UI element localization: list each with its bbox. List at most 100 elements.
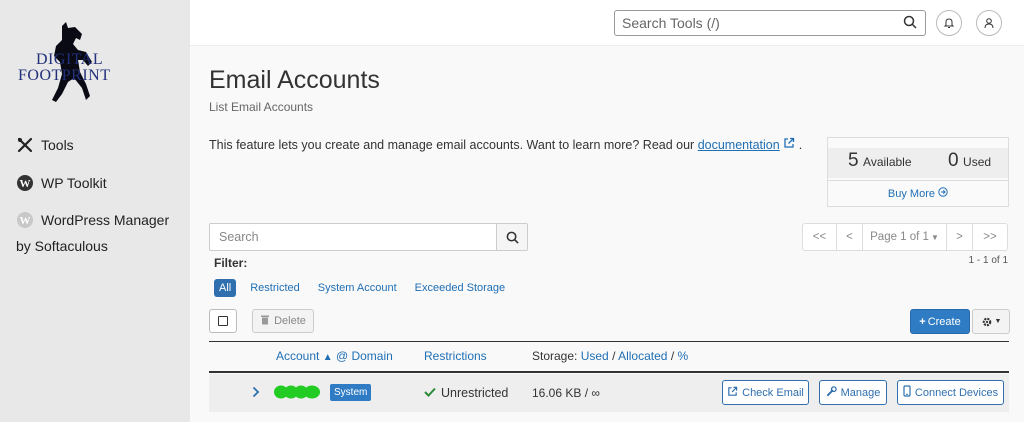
user-icon bbox=[984, 18, 994, 29]
external-link-icon[interactable] bbox=[783, 137, 795, 149]
expand-chevron-icon[interactable] bbox=[252, 385, 260, 403]
next-page-button[interactable]: > bbox=[947, 224, 973, 250]
svg-text:W: W bbox=[20, 215, 31, 227]
manage-label: Manage bbox=[840, 386, 881, 399]
manage-button[interactable]: Manage bbox=[819, 380, 887, 405]
bell-icon bbox=[943, 18, 955, 28]
create-button[interactable]: + Create bbox=[910, 309, 970, 334]
available-stat: 5 Available bbox=[848, 150, 912, 172]
storage-header-sep1: / bbox=[612, 349, 616, 363]
wordpress-icon: W bbox=[16, 174, 34, 192]
used-stat: 0 Used bbox=[948, 150, 991, 172]
last-page-button[interactable]: >> bbox=[973, 224, 1007, 250]
plus-icon: + bbox=[919, 315, 926, 328]
account-header-label[interactable]: Account bbox=[276, 349, 319, 363]
search-icon bbox=[506, 231, 519, 244]
logo[interactable]: DIGITAL FOOTPRINT bbox=[16, 22, 120, 106]
table-header-border bbox=[209, 371, 1009, 373]
delete-button[interactable]: Delete bbox=[252, 309, 314, 333]
intro-sentence: This feature lets you create and manage … bbox=[209, 138, 695, 152]
filter-all[interactable]: All bbox=[214, 279, 237, 297]
top-bar bbox=[190, 0, 1024, 46]
search-tools-input[interactable] bbox=[615, 11, 895, 35]
sidebar-item-tools[interactable]: Tools bbox=[16, 136, 74, 154]
main-content: Email Accounts List Email Accounts This … bbox=[190, 46, 1024, 422]
search-tools-box[interactable] bbox=[614, 10, 926, 36]
storage-value: 16.06 KB / ∞ bbox=[532, 386, 600, 400]
redacted-account-name[interactable] bbox=[274, 385, 324, 404]
tools-icon bbox=[16, 136, 34, 154]
sidebar: DIGITAL FOOTPRINT Tools W WP Toolkit W W… bbox=[0, 0, 190, 422]
sort-allocated-link[interactable]: Allocated bbox=[618, 349, 667, 363]
used-label: Used bbox=[963, 155, 992, 169]
restriction-label: Unrestricted bbox=[441, 386, 509, 400]
notifications-button[interactable] bbox=[936, 10, 962, 36]
table-top-border bbox=[209, 341, 1009, 342]
sidebar-item-wordpress-manager[interactable]: W WordPress Manager bbox=[16, 211, 169, 229]
account-search-input[interactable] bbox=[210, 224, 490, 250]
sidebar-item-label: WordPress Manager bbox=[41, 212, 170, 228]
trash-icon bbox=[260, 314, 270, 328]
column-header-storage: Storage: Used / Allocated / % bbox=[532, 349, 688, 363]
check-email-label: Check Email bbox=[742, 386, 804, 399]
available-count: 5 bbox=[848, 150, 859, 171]
used-count: 0 bbox=[948, 150, 959, 171]
wrench-icon bbox=[826, 385, 837, 400]
check-email-button[interactable]: Check Email bbox=[722, 380, 809, 405]
connect-devices-button[interactable]: Connect Devices bbox=[897, 380, 1004, 405]
filter-exceeded-storage[interactable]: Exceeded Storage bbox=[415, 282, 506, 294]
sidebar-item-wp-toolkit[interactable]: W WP Toolkit bbox=[16, 174, 107, 192]
account-stats-box: 5 Available 0 Used Buy More bbox=[827, 137, 1009, 207]
sidebar-item-label: Tools bbox=[41, 137, 74, 153]
restriction-status: Unrestricted bbox=[424, 386, 508, 400]
page-subtitle: List Email Accounts bbox=[209, 100, 314, 114]
documentation-link-text[interactable]: documentation bbox=[698, 138, 780, 152]
storage-header-sep2: / bbox=[670, 349, 675, 363]
prev-page-button[interactable]: < bbox=[837, 224, 863, 250]
sort-percent-link[interactable]: % bbox=[678, 349, 689, 363]
checkbox-box bbox=[218, 316, 228, 326]
column-header-account[interactable]: Account ▲ @ Domain bbox=[276, 349, 393, 363]
filter-restricted[interactable]: Restricted bbox=[250, 282, 300, 294]
buy-more-text[interactable]: Buy More bbox=[888, 188, 935, 200]
sort-used-link[interactable]: Used bbox=[581, 349, 609, 363]
connect-devices-label: Connect Devices bbox=[914, 386, 999, 399]
filter-label: Filter: bbox=[214, 256, 248, 270]
sidebar-item-label-line2[interactable]: by Softaculous bbox=[16, 238, 108, 254]
caret-down-icon: ▼ bbox=[930, 232, 939, 242]
user-menu-button[interactable] bbox=[976, 10, 1002, 36]
account-search-box[interactable] bbox=[209, 223, 497, 251]
account-search-button[interactable] bbox=[496, 223, 528, 251]
stats-divider bbox=[828, 180, 1008, 181]
sort-up-icon: ▲ bbox=[322, 352, 333, 363]
mobile-device-icon bbox=[903, 385, 911, 400]
buy-more-link[interactable]: Buy More bbox=[828, 187, 1008, 200]
external-link-icon bbox=[727, 386, 738, 400]
column-header-restrictions[interactable]: Restrictions bbox=[424, 349, 487, 363]
system-badge: System bbox=[330, 384, 372, 401]
documentation-link[interactable]: documentation bbox=[698, 138, 780, 152]
delete-label: Delete bbox=[274, 315, 306, 327]
page-select[interactable]: Page 1 of 1 ▼ bbox=[863, 224, 947, 250]
available-label: Available bbox=[863, 155, 912, 169]
caret-down-icon: ▼ bbox=[994, 318, 1002, 325]
search-icon[interactable] bbox=[903, 15, 917, 34]
storage-header-label: Storage: bbox=[532, 349, 578, 363]
gear-icon bbox=[982, 317, 991, 326]
intro-text: This feature lets you create and manage … bbox=[209, 137, 802, 152]
page-select-label: Page 1 of 1 bbox=[870, 231, 929, 243]
logo-text-line2: FOOTPRINT bbox=[18, 67, 111, 84]
arrow-circle-right-icon bbox=[938, 187, 948, 197]
create-label: Create bbox=[927, 315, 961, 328]
first-page-button[interactable]: << bbox=[803, 224, 837, 250]
filter-system-account[interactable]: System Account bbox=[318, 282, 397, 294]
domain-header-label[interactable]: @ Domain bbox=[336, 349, 393, 363]
table-row: System Unrestricted 16.06 KB / ∞ Check E… bbox=[209, 374, 1009, 412]
select-all-checkbox[interactable] bbox=[209, 309, 237, 333]
settings-dropdown-button[interactable]: ▼ bbox=[972, 309, 1010, 334]
check-icon bbox=[424, 386, 436, 400]
wordpress-gray-icon: W bbox=[16, 211, 34, 229]
pagination: << < Page 1 of 1 ▼ > >> bbox=[802, 223, 1008, 251]
page-title: Email Accounts bbox=[209, 66, 380, 94]
intro-end: . bbox=[798, 138, 803, 152]
